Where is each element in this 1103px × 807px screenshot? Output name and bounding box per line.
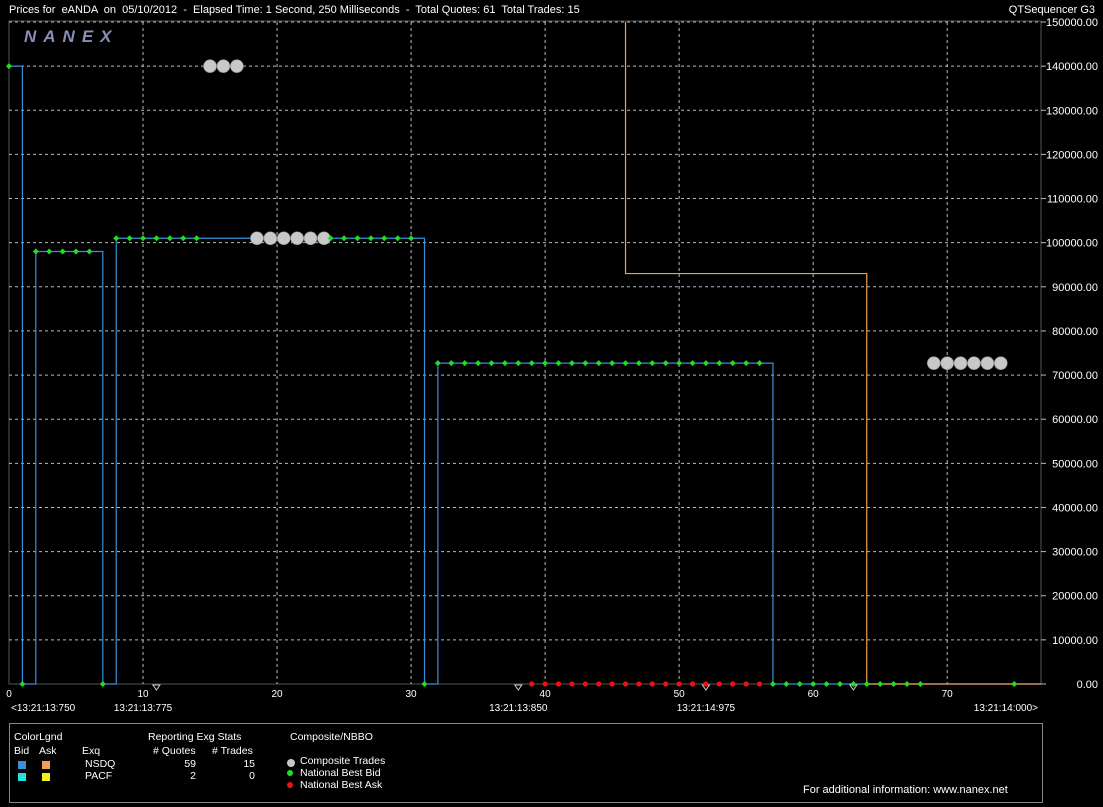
composite-trades-label: Composite Trades <box>300 755 386 767</box>
price-chart: NANEX 0.00 10000.00 20000.00 30000.00 40000.… <box>6 17 1098 714</box>
trade-point <box>250 231 264 246</box>
y-tick-label: 120000.00 <box>1046 149 1098 161</box>
y-tick-label: 110000.00 <box>1047 194 1098 206</box>
pacf-trades: 0 <box>249 770 255 782</box>
pacf-bid-swatch <box>18 773 26 781</box>
y-tick-label: 40000.00 <box>1052 502 1098 514</box>
trade-point <box>967 356 981 370</box>
y-tick-label: 30000.00 <box>1052 547 1098 559</box>
x-tick-label: 20 <box>271 689 283 700</box>
best-ask-point <box>609 681 615 687</box>
y-tick-label: 140000.00 <box>1046 61 1098 73</box>
ask-header: Ask <box>39 745 57 757</box>
trade-point <box>953 356 968 370</box>
best-ask-point <box>636 681 642 687</box>
x-tick-label: 70 <box>942 689 954 700</box>
trade-point <box>290 231 304 246</box>
best-ask-point <box>596 681 602 687</box>
y-tick-label: 80000.00 <box>1052 326 1098 338</box>
best-ask-label: National Best Ask <box>300 779 383 791</box>
best-ask-point <box>555 681 562 687</box>
y-tick-label: 100000.00 <box>1046 238 1098 250</box>
best-ask-point <box>649 681 655 687</box>
x-tick-label: 60 <box>808 689 820 700</box>
trade-point <box>993 356 1008 370</box>
marker-triangle <box>151 684 161 691</box>
nsdq-trades: 15 <box>243 758 255 770</box>
y-tick-label: 10000.00 <box>1052 635 1098 647</box>
best-ask-point <box>542 681 548 687</box>
best-ask-point <box>569 681 575 687</box>
y-tick-label: 20000.00 <box>1052 591 1098 603</box>
marker-triangle <box>513 684 523 691</box>
best-ask-point <box>663 681 669 687</box>
y-tick-label: 50000.00 <box>1052 458 1098 470</box>
quotes-header: # Quotes <box>153 745 196 757</box>
composite-title: Composite/NBBO <box>290 731 373 743</box>
x-tick-label: 10 <box>137 689 149 700</box>
pacf-label: PACF <box>85 770 113 782</box>
pacf-quotes: 2 <box>190 770 196 782</box>
best-ask-point <box>676 681 682 687</box>
best-bid-label: National Best Bid <box>300 767 381 779</box>
time-label: 13:21:14:000> <box>974 703 1038 714</box>
y-tick-label: 70000.00 <box>1052 370 1098 382</box>
trade-point <box>926 356 941 370</box>
trade-point <box>980 356 995 370</box>
y-tick-label: 150000.00 <box>1046 17 1098 29</box>
best-ask-point <box>703 681 709 687</box>
x-tick-label: 40 <box>540 689 552 700</box>
time-label: <13:21:13:750 <box>11 703 76 714</box>
trade-point <box>216 59 231 73</box>
best-bid-dot <box>287 770 293 776</box>
best-ask-point <box>529 681 535 687</box>
best-ask-point <box>582 681 588 687</box>
best-ask-point <box>743 681 749 687</box>
best-ask-point <box>689 681 696 687</box>
x-tick-label: 30 <box>406 689 418 700</box>
pacf-ask-swatch <box>42 773 50 781</box>
exq-header: Exq <box>82 745 101 757</box>
composite-trades-dot <box>287 759 295 767</box>
trade-point <box>230 59 244 73</box>
nsdq-quotes: 59 <box>184 758 196 770</box>
y-tick-label: 90000.00 <box>1052 282 1098 294</box>
x-tick-label: 0 <box>6 689 12 700</box>
time-label: 13:21:13:850 <box>489 703 548 714</box>
y-tick-label: 130000.00 <box>1046 105 1098 117</box>
best-ask-point <box>716 681 722 687</box>
trade-point <box>276 231 291 246</box>
stats-title: Reporting Exg Stats <box>148 731 242 743</box>
legend-panel: ColorLgnd Bid Ask Exq NSDQ PACF Reportin… <box>9 723 1043 803</box>
trade-point <box>263 231 278 246</box>
time-label: 13:21:13:775 <box>114 703 173 714</box>
nsdq-bid-swatch <box>18 761 26 769</box>
bid-header: Bid <box>14 745 30 757</box>
nsdq-ask-swatch <box>42 761 50 769</box>
nanex-logo: NANEX <box>24 27 119 46</box>
best-ask-point <box>622 681 629 687</box>
trade-point <box>203 59 217 73</box>
nsdq-label: NSDQ <box>85 758 116 770</box>
best-ask-point <box>730 681 736 687</box>
colorlgnd-title: ColorLgnd <box>14 731 63 743</box>
y-tick-label: 60000.00 <box>1052 414 1098 426</box>
trades-header: # Trades <box>212 745 253 757</box>
x-tick-label: 50 <box>674 689 686 700</box>
trade-point <box>940 356 954 370</box>
footer-info: For additional information: www.nanex.ne… <box>803 784 1008 796</box>
time-label: 13:21:14:975 <box>677 703 736 714</box>
y-tick-label: 0.00 <box>1077 679 1098 691</box>
best-ask-dot <box>287 782 293 788</box>
best-ask-point <box>756 681 763 687</box>
trade-point <box>303 231 318 246</box>
